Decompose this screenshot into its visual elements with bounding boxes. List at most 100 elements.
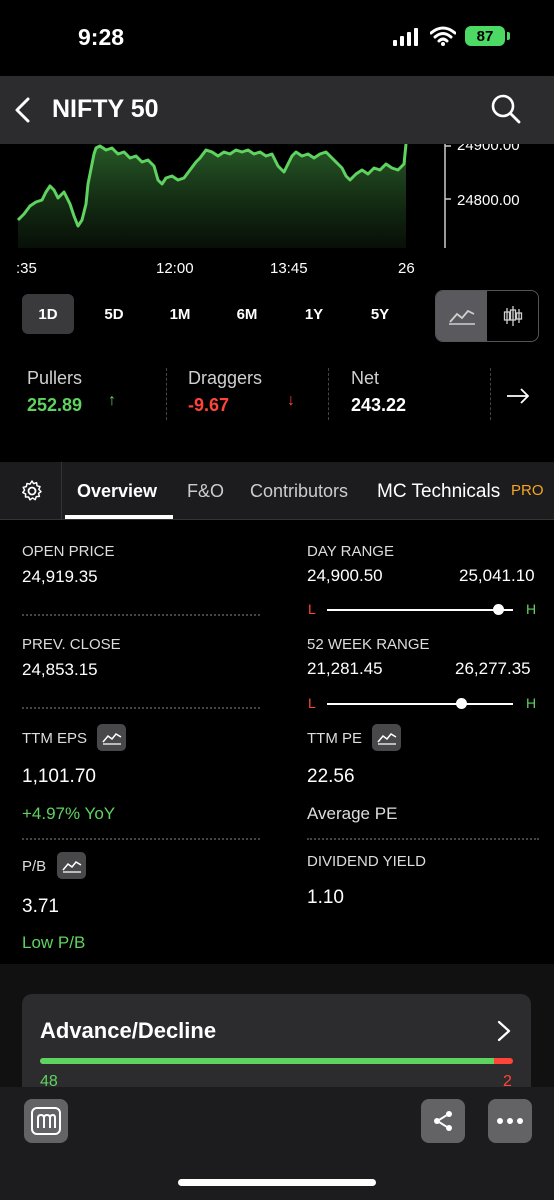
more-icon [497, 1118, 523, 1124]
range-1m-button[interactable]: 1M [154, 294, 206, 334]
ttm-eps-yoy: +4.97% YoY [22, 804, 116, 823]
dividend-yield-label: DIVIDEND YIELD [307, 853, 426, 870]
range-6m-button[interactable]: 6M [221, 294, 273, 334]
range-1y-button[interactable]: 1Y [288, 294, 340, 334]
ttm-pe-chart-button[interactable] [372, 724, 401, 751]
y-tick-label: 24900.00 [457, 144, 520, 154]
chart-type-toggle [435, 290, 539, 342]
arrow-down-icon: ↓ [287, 392, 295, 409]
draggers-label: Draggers [188, 368, 263, 388]
divider [22, 838, 260, 840]
divider [22, 614, 260, 616]
range-low-marker: L [308, 601, 316, 617]
dividend-yield-value: 1.10 [307, 887, 344, 908]
range-high-marker: H [526, 695, 537, 711]
pro-badge: PRO [511, 482, 544, 499]
app-header: NIFTY 50 [0, 76, 554, 144]
moneycontrol-logo-button[interactable] [24, 1099, 68, 1143]
trend-chart-icon [61, 860, 81, 873]
ttm-pe-value: 22.56 [307, 766, 355, 787]
pb-note: Low P/B [22, 933, 86, 952]
gear-icon[interactable] [20, 479, 44, 503]
arrow-up-icon: ↑ [108, 392, 116, 409]
week52-range-low: 21,281.45 [307, 659, 383, 678]
range-high-marker: H [526, 601, 537, 617]
tab-overview[interactable]: Overview [77, 481, 157, 502]
chevron-left-icon[interactable] [12, 96, 34, 124]
advance-decline-bar [40, 1058, 513, 1064]
status-bar: 9:28 87 [0, 0, 554, 76]
range-5d-button[interactable]: 5D [88, 294, 140, 334]
ttm-eps-label: TTM EPS [22, 730, 88, 747]
line-chart-toggle[interactable] [436, 291, 487, 341]
moneycontrol-logo-icon [31, 1107, 61, 1135]
divider [328, 368, 329, 420]
tab-mc-technicals[interactable]: MC Technicals [377, 481, 500, 503]
search-icon[interactable] [490, 93, 522, 125]
prev-close-label: PREV. CLOSE [22, 636, 121, 653]
pullers-label: Pullers [27, 368, 83, 388]
pb-chart-button[interactable] [57, 852, 86, 879]
trend-chart-icon [101, 732, 121, 745]
more-options-button[interactable] [488, 1099, 532, 1143]
candle-chart-toggle[interactable] [487, 291, 538, 341]
ttm-eps-value: 1,101.70 [22, 766, 96, 787]
week52-range-label: 52 WEEK RANGE [307, 636, 430, 653]
range-5y-button[interactable]: 5Y [354, 294, 406, 334]
week52-range-knob [455, 698, 467, 709]
wifi-icon [430, 26, 456, 46]
ttm-eps-chart-button[interactable] [97, 724, 126, 751]
divider [61, 462, 62, 520]
battery-icon: 87 [465, 26, 510, 46]
share-icon [434, 1111, 452, 1131]
advance-decline-title: Advance/Decline [40, 1018, 217, 1043]
home-indicator [178, 1179, 376, 1186]
arrow-right-icon[interactable] [505, 386, 531, 406]
average-pe-link[interactable]: Average PE [307, 804, 397, 824]
status-time: 9:28 [78, 24, 125, 50]
page-title: NIFTY 50 [52, 95, 159, 123]
day-range-track [327, 609, 513, 611]
tab-fno[interactable]: F&O [187, 481, 224, 502]
advance-fill [40, 1058, 495, 1064]
week52-range-high: 26,277.35 [455, 659, 531, 678]
battery-level: 87 [476, 27, 494, 45]
pb-value: 3.71 [22, 896, 59, 917]
draggers-value: -9.67 [188, 395, 230, 415]
divider [490, 368, 491, 420]
pb-label: P/B [22, 858, 47, 875]
net-block[interactable]: Net 243.22 [351, 368, 406, 422]
x-tick-label: 13:45 [270, 260, 308, 277]
week52-range-track [327, 703, 513, 705]
divider [307, 838, 539, 840]
trend-chart-icon [376, 732, 396, 745]
range-low-marker: L [308, 695, 316, 711]
candlestick-icon [503, 306, 522, 326]
cellular-signal-icon [393, 28, 418, 46]
chevron-right-icon[interactable] [496, 1020, 512, 1042]
prev-close-value: 24,853.15 [22, 660, 98, 679]
day-range-label: DAY RANGE [307, 543, 394, 560]
day-range-low: 24,900.50 [307, 566, 383, 585]
tab-contributors[interactable]: Contributors [250, 481, 348, 502]
draggers-block[interactable]: Draggers -9.67 [188, 368, 262, 422]
day-range-high: 25,041.10 [459, 566, 535, 585]
net-label: Net [351, 368, 380, 388]
line-chart-icon [448, 309, 475, 325]
tab-bar: Overview F&O Contributors MC Technicals [0, 462, 554, 520]
open-price-label: OPEN PRICE [22, 543, 115, 560]
divider [22, 707, 260, 709]
x-tick-label: 12:00 [156, 260, 194, 277]
share-button[interactable] [421, 1099, 465, 1143]
open-price-value: 24,919.35 [22, 567, 98, 586]
x-tick-label: :35 [16, 260, 37, 277]
x-tick-label: 26 [398, 260, 415, 277]
y-tick-label: 24800.00 [457, 192, 520, 209]
pullers-value: 252.89 [27, 395, 83, 415]
divider [166, 368, 167, 420]
chart-area [18, 144, 406, 248]
net-value: 243.22 [351, 395, 407, 415]
range-1d-button[interactable]: 1D [22, 294, 74, 334]
pullers-block[interactable]: Pullers 252.89 [27, 368, 82, 422]
ttm-pe-label: TTM PE [307, 730, 362, 747]
